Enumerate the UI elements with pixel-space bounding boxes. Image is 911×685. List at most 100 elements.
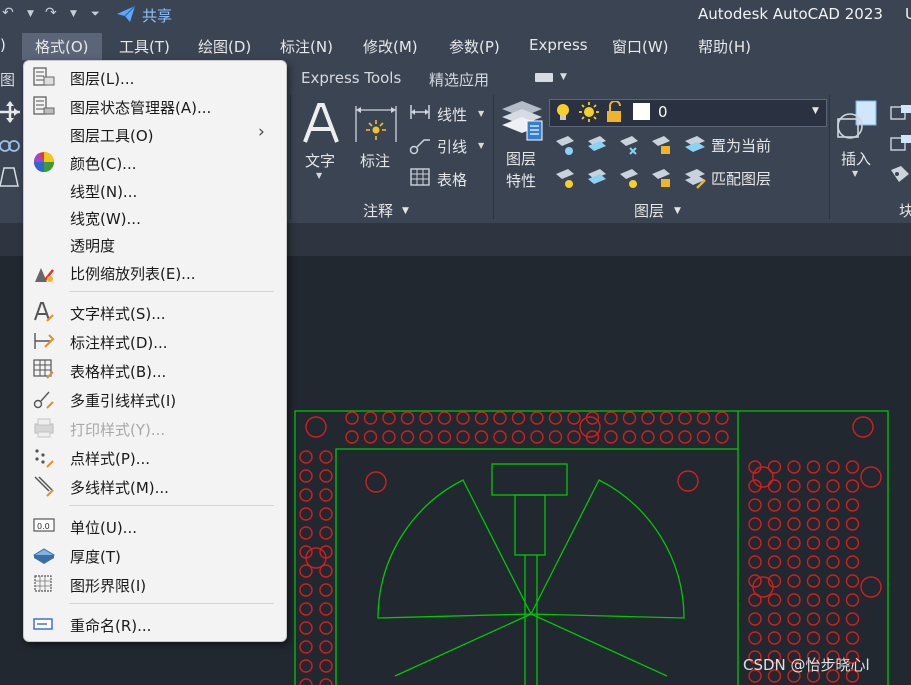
hole [860, 466, 882, 488]
menu-draw[interactable]: 绘图(D) [198, 36, 251, 57]
hole [748, 631, 762, 645]
menu-format[interactable]: 格式(O) [35, 36, 89, 57]
menu-item-rename[interactable]: 重命名(R)... [70, 615, 151, 636]
sun-icon[interactable] [578, 101, 600, 123]
lightbulb-icon[interactable] [555, 102, 571, 122]
menu-item-text-style[interactable]: 文字样式(S)... [70, 303, 166, 324]
insert-block-icon[interactable] [836, 99, 880, 143]
dimension-button-label[interactable]: 标注 [360, 150, 390, 171]
text-icon[interactable] [302, 102, 340, 144]
hole [845, 593, 860, 607]
hole [767, 517, 782, 531]
hole [299, 659, 313, 673]
layer-properties-icon[interactable] [500, 99, 544, 143]
menu-item-thickness[interactable]: 厚度(T) [70, 546, 121, 567]
menu-item-units[interactable]: 单位(U)... [70, 517, 137, 538]
undo-icon[interactable]: ↶ [2, 5, 14, 21]
block-tools-icons[interactable] [889, 104, 911, 188]
customize-toolbar-icon[interactable]: ⏷ [91, 7, 100, 21]
hole [748, 536, 762, 550]
menu-window[interactable]: 窗口(W) [612, 36, 669, 57]
hole [365, 471, 387, 493]
layer-panel-title[interactable]: 图层 [634, 200, 664, 221]
hole [852, 416, 874, 438]
layer-color-swatch [633, 103, 650, 120]
leader-dropdown-icon[interactable]: ▼ [478, 141, 484, 150]
insert-label[interactable]: 插入 [841, 148, 871, 169]
menu-item-drawing-limits[interactable]: 图形界限(I) [70, 575, 146, 596]
insert-dropdown-icon[interactable]: ▼ [852, 169, 858, 178]
hole [806, 593, 821, 607]
redo-icon[interactable]: ↷ [45, 5, 57, 21]
text-button-label[interactable]: 文字 [305, 150, 335, 171]
menu-item-layer-state-manager[interactable]: 图层状态管理器(A)... [70, 97, 211, 118]
menu-modify[interactable]: 修改(M) [363, 36, 418, 57]
hole [767, 631, 782, 645]
menu-item-layer-tools[interactable]: 图层工具(O) [70, 125, 154, 146]
menu-item-lineweight[interactable]: 线宽(W)... [70, 208, 141, 229]
set-current-label[interactable]: 置为当前 [711, 135, 771, 156]
menu-dimension[interactable]: 标注(N) [280, 36, 333, 57]
hole [456, 411, 470, 425]
menu-parameter[interactable]: 参数(P) [449, 36, 500, 57]
menu-item-dim-style[interactable]: 标注样式(D)... [70, 332, 168, 353]
submenu-arrow-icon: › [258, 122, 265, 142]
move-icon[interactable] [0, 100, 20, 124]
dimension-icon[interactable] [354, 102, 398, 146]
tab-fragment[interactable]: 图 [0, 69, 15, 90]
redo-dropdown-icon[interactable]: ▼ [70, 9, 77, 19]
match-layer-icon[interactable] [683, 166, 707, 190]
text-dropdown-icon[interactable]: ▼ [316, 171, 322, 180]
linear-dropdown-icon[interactable]: ▼ [478, 109, 484, 118]
menu-express[interactable]: Express [529, 36, 588, 54]
menu-item-point-style[interactable]: 点样式(P)... [70, 448, 150, 469]
menu-item-mleader-style[interactable]: 多重引线样式(I) [70, 390, 176, 411]
menu-item-mline-style[interactable]: 多线样式(M)... [70, 477, 169, 498]
mline-style-icon [34, 476, 54, 497]
layer-combo-dropdown-icon[interactable]: ▼ [812, 106, 819, 116]
hole [548, 411, 563, 425]
stretch-icon[interactable] [0, 166, 20, 188]
share-icon[interactable] [116, 5, 136, 23]
set-current-icon[interactable] [683, 133, 707, 157]
menu-item-transparency[interactable]: 透明度 [70, 235, 115, 256]
tab-overflow-icon[interactable] [535, 73, 553, 82]
block-panel-title[interactable]: 块 [899, 200, 911, 221]
menu-tools[interactable]: 工具(T) [119, 36, 170, 57]
hole [826, 498, 840, 512]
layer-properties-label-line1[interactable]: 图层 [506, 148, 536, 169]
tab-featured-apps[interactable]: 精选应用 [429, 69, 489, 90]
svg-text:0.0: 0.0 [37, 522, 50, 531]
hole [305, 416, 327, 438]
hole [567, 411, 581, 425]
menu-item-layer[interactable]: 图层(L)... [70, 68, 134, 89]
hole [622, 411, 637, 425]
annotation-panel-dropdown-icon[interactable]: ▼ [402, 206, 409, 216]
linear-dim-icon[interactable] [409, 103, 431, 121]
hole [826, 555, 840, 569]
menu-item-linetype[interactable]: 线型(N)... [70, 181, 137, 202]
menu-item-table-style[interactable]: 表格样式(B)... [70, 361, 166, 382]
match-layer-label[interactable]: 匹配图层 [711, 168, 771, 189]
copy-icon[interactable] [0, 133, 20, 155]
layer-properties-label-line2[interactable]: 特性 [506, 170, 536, 191]
annotation-panel-title[interactable]: 注释 [363, 200, 393, 221]
layer-tools-row2 [556, 169, 670, 188]
menu-item-color[interactable]: 颜色(C)... [70, 153, 136, 174]
hole [696, 430, 711, 444]
tab-overflow-dropdown-icon[interactable]: ▼ [560, 72, 567, 82]
layer-panel-dropdown-icon[interactable]: ▼ [674, 206, 681, 216]
hole [641, 430, 655, 444]
linear-label[interactable]: 线性 [437, 104, 467, 125]
menu-help[interactable]: 帮助(H) [698, 36, 751, 57]
leader-label[interactable]: 引线 [437, 136, 467, 157]
menu-separator [69, 505, 274, 506]
leader-icon[interactable] [409, 135, 431, 155]
menu-item-scale-list[interactable]: 比例缩放列表(E)... [70, 263, 196, 284]
undo-dropdown-icon[interactable]: ▼ [27, 9, 34, 19]
tab-express-tools[interactable]: Express Tools [301, 69, 401, 87]
table-icon[interactable] [410, 168, 430, 186]
table-label[interactable]: 表格 [437, 169, 467, 190]
share-label[interactable]: 共享 [142, 5, 172, 26]
unlock-icon[interactable] [604, 101, 624, 123]
